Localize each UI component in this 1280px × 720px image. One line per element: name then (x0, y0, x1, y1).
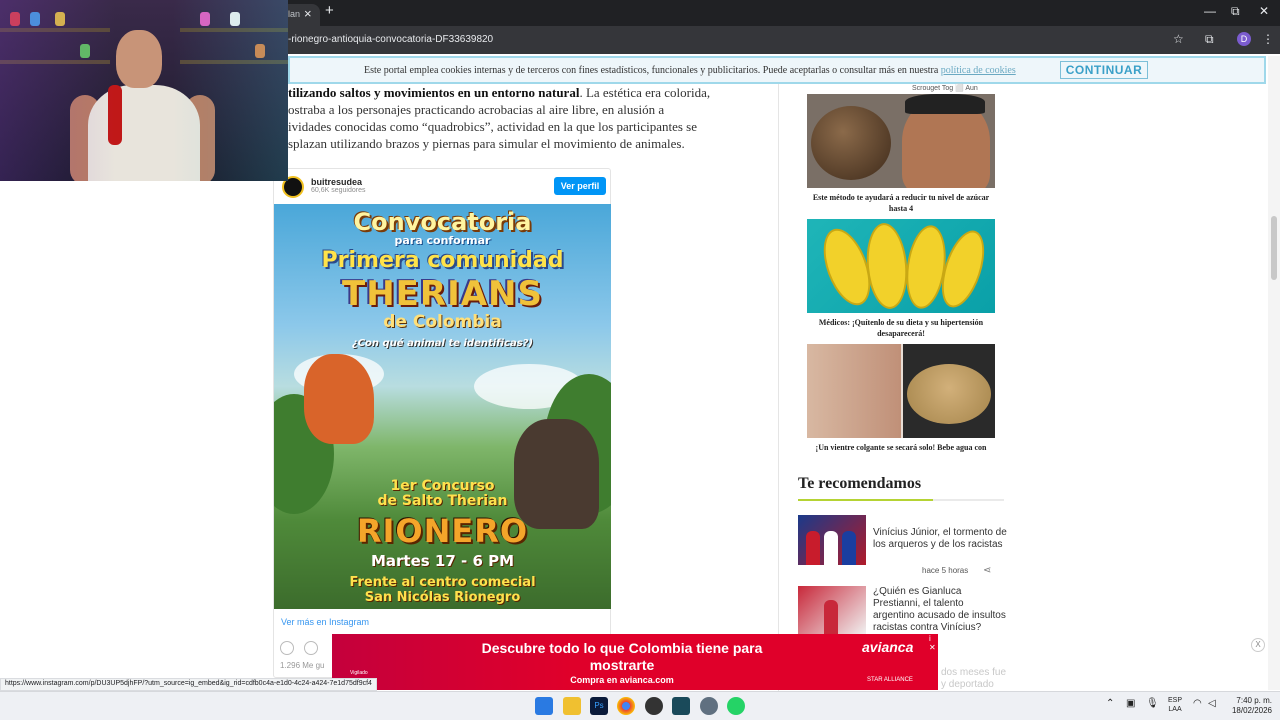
ad-caption[interactable]: Médicos: ¡Quítenlo de su dieta y su hipe… (807, 317, 995, 339)
whatsapp-icon[interactable] (727, 697, 745, 715)
ad-caption[interactable]: Este método te ayudará a reducir tu nive… (807, 192, 995, 214)
instagram-username[interactable]: buitresudea (311, 177, 362, 187)
sponsored-ad[interactable]: Médicos: ¡Quítenlo de su dieta y su hipe… (807, 219, 995, 339)
article-line: ividades conocidas como “quadrobics”, ac… (288, 119, 697, 134)
app-icon[interactable] (672, 697, 690, 715)
view-more-instagram-link[interactable]: Ver más en Instagram (281, 617, 369, 627)
recommend-accent (798, 499, 933, 501)
poster-line: THERIANS (342, 274, 543, 314)
minimize-button[interactable]: — (1204, 4, 1216, 18)
poster-line: Primera comunidad (321, 248, 564, 273)
cookie-text: Este portal emplea cookies internas y de… (364, 65, 1016, 76)
new-tab-button[interactable]: + (325, 2, 334, 19)
microphone-tray-icon[interactable]: 🎙 (1146, 698, 1159, 709)
cookie-continue-button[interactable]: CONTINUAR (1060, 61, 1148, 79)
webcam-overlay (0, 0, 288, 181)
recommend-heading: Te recomendamos (798, 475, 922, 492)
recommend-time: hace 5 horas (922, 566, 969, 575)
recommend-thumbnail[interactable] (798, 515, 866, 565)
poster-line: RIONERO (356, 512, 529, 550)
article-body: tilizando saltos y movimientos en un ent… (288, 84, 748, 152)
status-bar-url: https://www.instagram.com/p/DU3UP5djhFP/… (0, 678, 377, 691)
settings-icon[interactable] (700, 697, 718, 715)
sponsored-ad[interactable]: Este método te ayudará a reducir tu nive… (807, 94, 995, 214)
photoshop-icon[interactable]: Ps (590, 697, 608, 715)
cookie-banner: Este portal emplea cookies internas y de… (288, 56, 1266, 84)
fox-illustration (304, 354, 374, 444)
bookmark-star-icon[interactable]: ☆ (1173, 32, 1184, 46)
article-line: tilizando saltos y movimientos en un ent… (288, 85, 711, 100)
extensions-icon[interactable]: ⧉ (1205, 32, 1214, 47)
article-line: ostraba a los personajes practicando acr… (288, 102, 665, 117)
scrollbar-thumb[interactable] (1271, 216, 1277, 280)
restore-button[interactable]: ⧉ (1231, 4, 1240, 19)
instagram-embed: buitresudea 60,6K seguidores Ver perfil … (273, 168, 611, 678)
tray-app-icon[interactable]: ▣ (1126, 698, 1135, 709)
ad-choices-icon[interactable]: i ✕ (929, 634, 938, 652)
windows-taskbar: Ps ⌃ ▣ 🎙 ESP LAA ◠ ◁ 7:40 p. m. 18/02/2026 (0, 691, 1280, 720)
page-scrollbar[interactable] (1268, 56, 1280, 690)
poster-line: 1er Concurso de Salto Therian (377, 478, 508, 509)
ad-subheadline[interactable]: Compra en avianca.com (472, 675, 772, 685)
start-menu-icon[interactable] (535, 697, 553, 715)
language-indicator[interactable]: ESP LAA (1168, 696, 1182, 714)
system-clock[interactable]: 7:40 p. m. 18/02/2026 (1226, 696, 1272, 716)
profile-avatar[interactable]: D (1237, 32, 1251, 46)
tab-close-icon[interactable]: × (304, 6, 312, 21)
poster-line: para conformar (394, 234, 491, 247)
poster-line: Convocatoria (353, 208, 532, 236)
star-alliance-label: STAR ALLIANCE (867, 677, 913, 683)
chrome-icon[interactable] (617, 697, 635, 715)
tab-title: lan (288, 9, 301, 19)
screen: lan × + — ⧉ ✕ -rionegro-antioquia-convoc… (0, 0, 1280, 720)
ad-caption-top: Scrouget Tog ⬜ Aun (912, 85, 978, 92)
like-icon[interactable] (280, 641, 294, 655)
more-menu-icon[interactable]: ⋮ (1262, 32, 1274, 46)
likes-count: 1.296 Me gu (280, 661, 325, 670)
comment-icon[interactable] (304, 641, 318, 655)
wifi-icon[interactable]: ◠ (1193, 698, 1202, 709)
close-ad-button[interactable]: X (1251, 638, 1265, 652)
share-icon[interactable]: ⋖ (983, 565, 991, 576)
recommend-item[interactable]: Vinícius Júnior, el tormento de los arqu… (798, 515, 1008, 581)
poster-line: ¿Con qué animal te identificas?) (351, 338, 534, 349)
ad-image[interactable] (807, 219, 995, 313)
file-explorer-icon[interactable] (563, 697, 581, 715)
avianca-logo[interactable]: avianca (862, 639, 913, 655)
faded-recommend-text: dos meses fue y deportado (941, 667, 1007, 690)
poster-line: Martes 17 - 6 PM (370, 552, 515, 570)
view-profile-button[interactable]: Ver perfil (554, 177, 606, 195)
tray-chevron-icon[interactable]: ⌃ (1106, 698, 1114, 709)
instagram-post-image[interactable]: Convocatoria para conformar Primera comu… (274, 204, 611, 609)
avianca-banner-ad[interactable]: Vigilado Descubre todo lo que Colombia t… (332, 634, 938, 690)
ad-image[interactable] (807, 94, 995, 188)
sponsored-ad[interactable]: ¡Un vientre colgante se secará solo! Beb… (807, 344, 995, 453)
obs-icon[interactable] (645, 697, 663, 715)
article-line: splazan utilizando brazos y piernas para… (288, 136, 685, 151)
cookie-policy-link[interactable]: política de cookies (941, 65, 1016, 76)
recommend-thumbnail[interactable] (798, 586, 866, 634)
column-divider (778, 84, 779, 694)
recommend-title[interactable]: Vinícius Júnior, el tormento de los arqu… (873, 527, 1008, 551)
ad-caption[interactable]: ¡Un vientre colgante se secará solo! Beb… (807, 442, 995, 453)
poster-line: Frente al centro comecial San Nicólas Rio… (349, 575, 536, 605)
ad-vigilado-text: Vigilado (350, 670, 368, 676)
poster-line: de Colombia (383, 312, 502, 332)
volume-icon[interactable]: ◁ (1208, 698, 1216, 709)
url-field[interactable]: -rionegro-antioquia-convocatoria-DF33639… (288, 34, 493, 45)
ad-image[interactable] (807, 344, 995, 438)
close-window-button[interactable]: ✕ (1259, 4, 1269, 18)
instagram-followers: 60,6K seguidores (311, 187, 366, 194)
ad-headline[interactable]: Descubre todo lo que Colombia tiene para… (472, 640, 772, 674)
recommend-item[interactable]: ¿Quién es Gianluca Prestianni, el talent… (798, 586, 1008, 636)
recommend-title[interactable]: ¿Quién es Gianluca Prestianni, el talent… (873, 586, 1008, 634)
